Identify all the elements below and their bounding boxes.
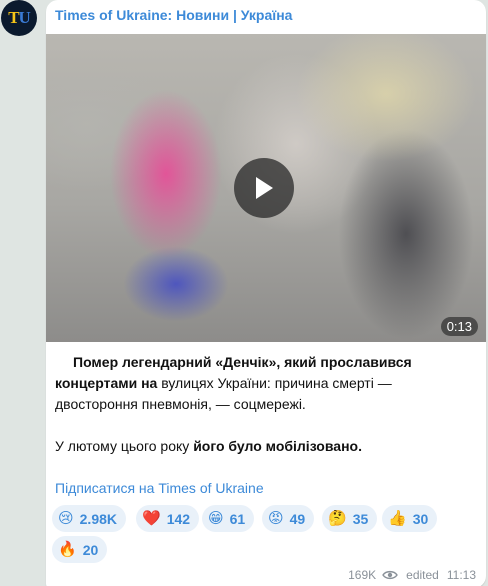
- post-p2-plain: У лютому цього року: [55, 438, 194, 454]
- post-p2-bold: його було мобілізовано.: [193, 438, 362, 454]
- video-duration: 0:13: [440, 317, 478, 336]
- eye-icon: [382, 570, 398, 580]
- play-icon: [256, 177, 273, 199]
- message-meta: 169K edited 11:13: [348, 568, 476, 582]
- avatar-letter-t: T: [8, 8, 19, 27]
- crying-face-icon: 😢: [58, 510, 74, 527]
- post-paragraph-1: Помер легендарний «Денчік», який прослав…: [55, 352, 475, 415]
- reaction-angry[interactable]: 😡 49: [262, 505, 315, 532]
- view-count: 169K: [348, 568, 377, 582]
- heart-icon: ❤️: [142, 510, 161, 527]
- play-button[interactable]: [234, 158, 294, 218]
- reaction-count: 49: [289, 510, 306, 527]
- reaction-cry[interactable]: 😢 2.98K: [52, 505, 126, 532]
- grinning-face-icon: 😁: [208, 510, 224, 527]
- reaction-fire[interactable]: 🔥 20: [52, 536, 108, 563]
- reaction-thumbs-up[interactable]: 👍 30: [382, 505, 438, 532]
- fire-icon: 🔥: [58, 541, 77, 558]
- reaction-count: 35: [352, 510, 369, 527]
- reaction-count: 30: [412, 510, 429, 527]
- message-time: 11:13: [446, 568, 476, 582]
- channel-name[interactable]: Times of Ukraine: Новини | Україна: [55, 7, 292, 23]
- reaction-thinking[interactable]: 🤔 35: [322, 505, 378, 532]
- reaction-count: 20: [82, 541, 99, 558]
- reaction-count: 2.98K: [79, 510, 117, 527]
- reaction-grin[interactable]: 😁 61: [202, 505, 255, 532]
- avatar-letter-u: U: [18, 8, 31, 27]
- message-bubble: Times of Ukraine: Новини | Україна 0:13 …: [46, 0, 486, 586]
- thumbs-up-icon: 👍: [388, 510, 407, 527]
- reaction-heart[interactable]: ❤️ 142: [136, 505, 200, 532]
- edited-label: edited: [406, 568, 439, 582]
- thinking-face-icon: 🤔: [328, 510, 347, 527]
- reaction-count: 61: [229, 510, 246, 527]
- subscribe-link[interactable]: Підписатися на Times of Ukraine: [55, 480, 264, 496]
- post-text: Помер легендарний «Денчік», який прослав…: [55, 352, 475, 457]
- channel-avatar[interactable]: TU: [1, 0, 37, 36]
- angry-face-icon: 😡: [268, 510, 284, 527]
- reaction-count: 142: [166, 510, 191, 527]
- video-thumbnail[interactable]: 0:13: [46, 34, 486, 342]
- post-paragraph-2: У лютому цього року його було мобілізова…: [55, 436, 475, 457]
